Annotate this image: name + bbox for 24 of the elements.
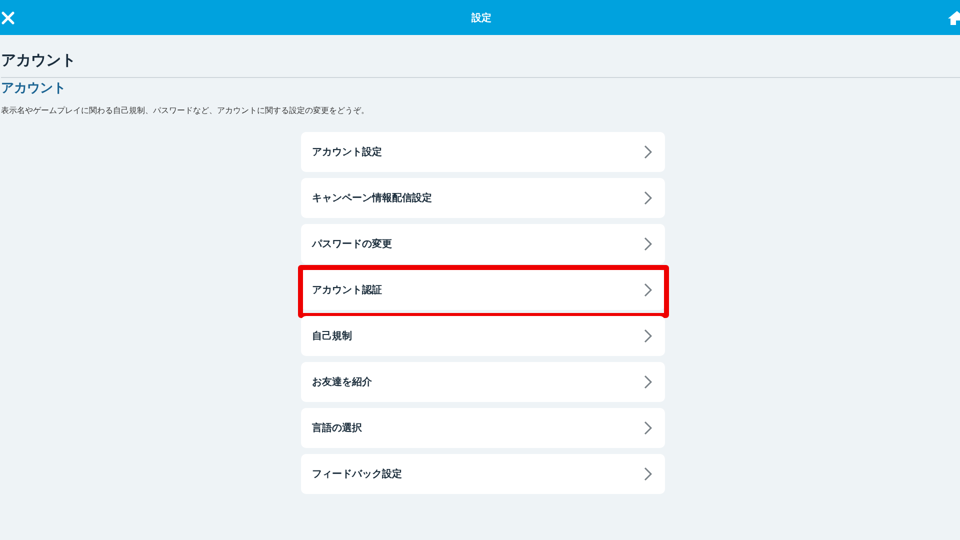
chevron-right-icon xyxy=(644,375,652,389)
menu-item[interactable]: 自己規制 xyxy=(301,316,665,356)
home-button[interactable] xyxy=(948,10,960,26)
menu-item[interactable]: パスワードの変更 xyxy=(301,224,665,264)
chevron-right-icon xyxy=(644,421,652,435)
close-icon xyxy=(1,10,15,24)
section-title: アカウント xyxy=(1,80,67,97)
close-button[interactable] xyxy=(1,10,15,24)
header-title: 設定 xyxy=(472,11,492,24)
menu-item[interactable]: お友達を紹介 xyxy=(301,362,665,402)
chevron-right-icon xyxy=(644,191,652,205)
chevron-right-icon xyxy=(644,329,652,343)
home-icon xyxy=(948,10,960,26)
chevron-right-icon xyxy=(644,237,652,251)
section-description: 表示名やゲームプレイに関わる自己規制、パスワードなど、アカウントに関する設定の変更をどうぞ。 xyxy=(1,105,370,116)
menu-item[interactable]: キャンペーン情報配信設定 xyxy=(301,178,665,218)
chevron-right-icon xyxy=(644,145,652,159)
menu-item[interactable]: アカウント設定 xyxy=(301,132,665,172)
chevron-right-icon xyxy=(644,467,652,481)
menu-item[interactable]: 言語の選択 xyxy=(301,408,665,448)
menu-item[interactable]: アカウント認証 xyxy=(301,270,665,310)
menu-item[interactable]: フィードバック設定 xyxy=(301,454,665,494)
chevron-right-icon xyxy=(644,283,652,297)
page-title: アカウント xyxy=(1,51,960,78)
